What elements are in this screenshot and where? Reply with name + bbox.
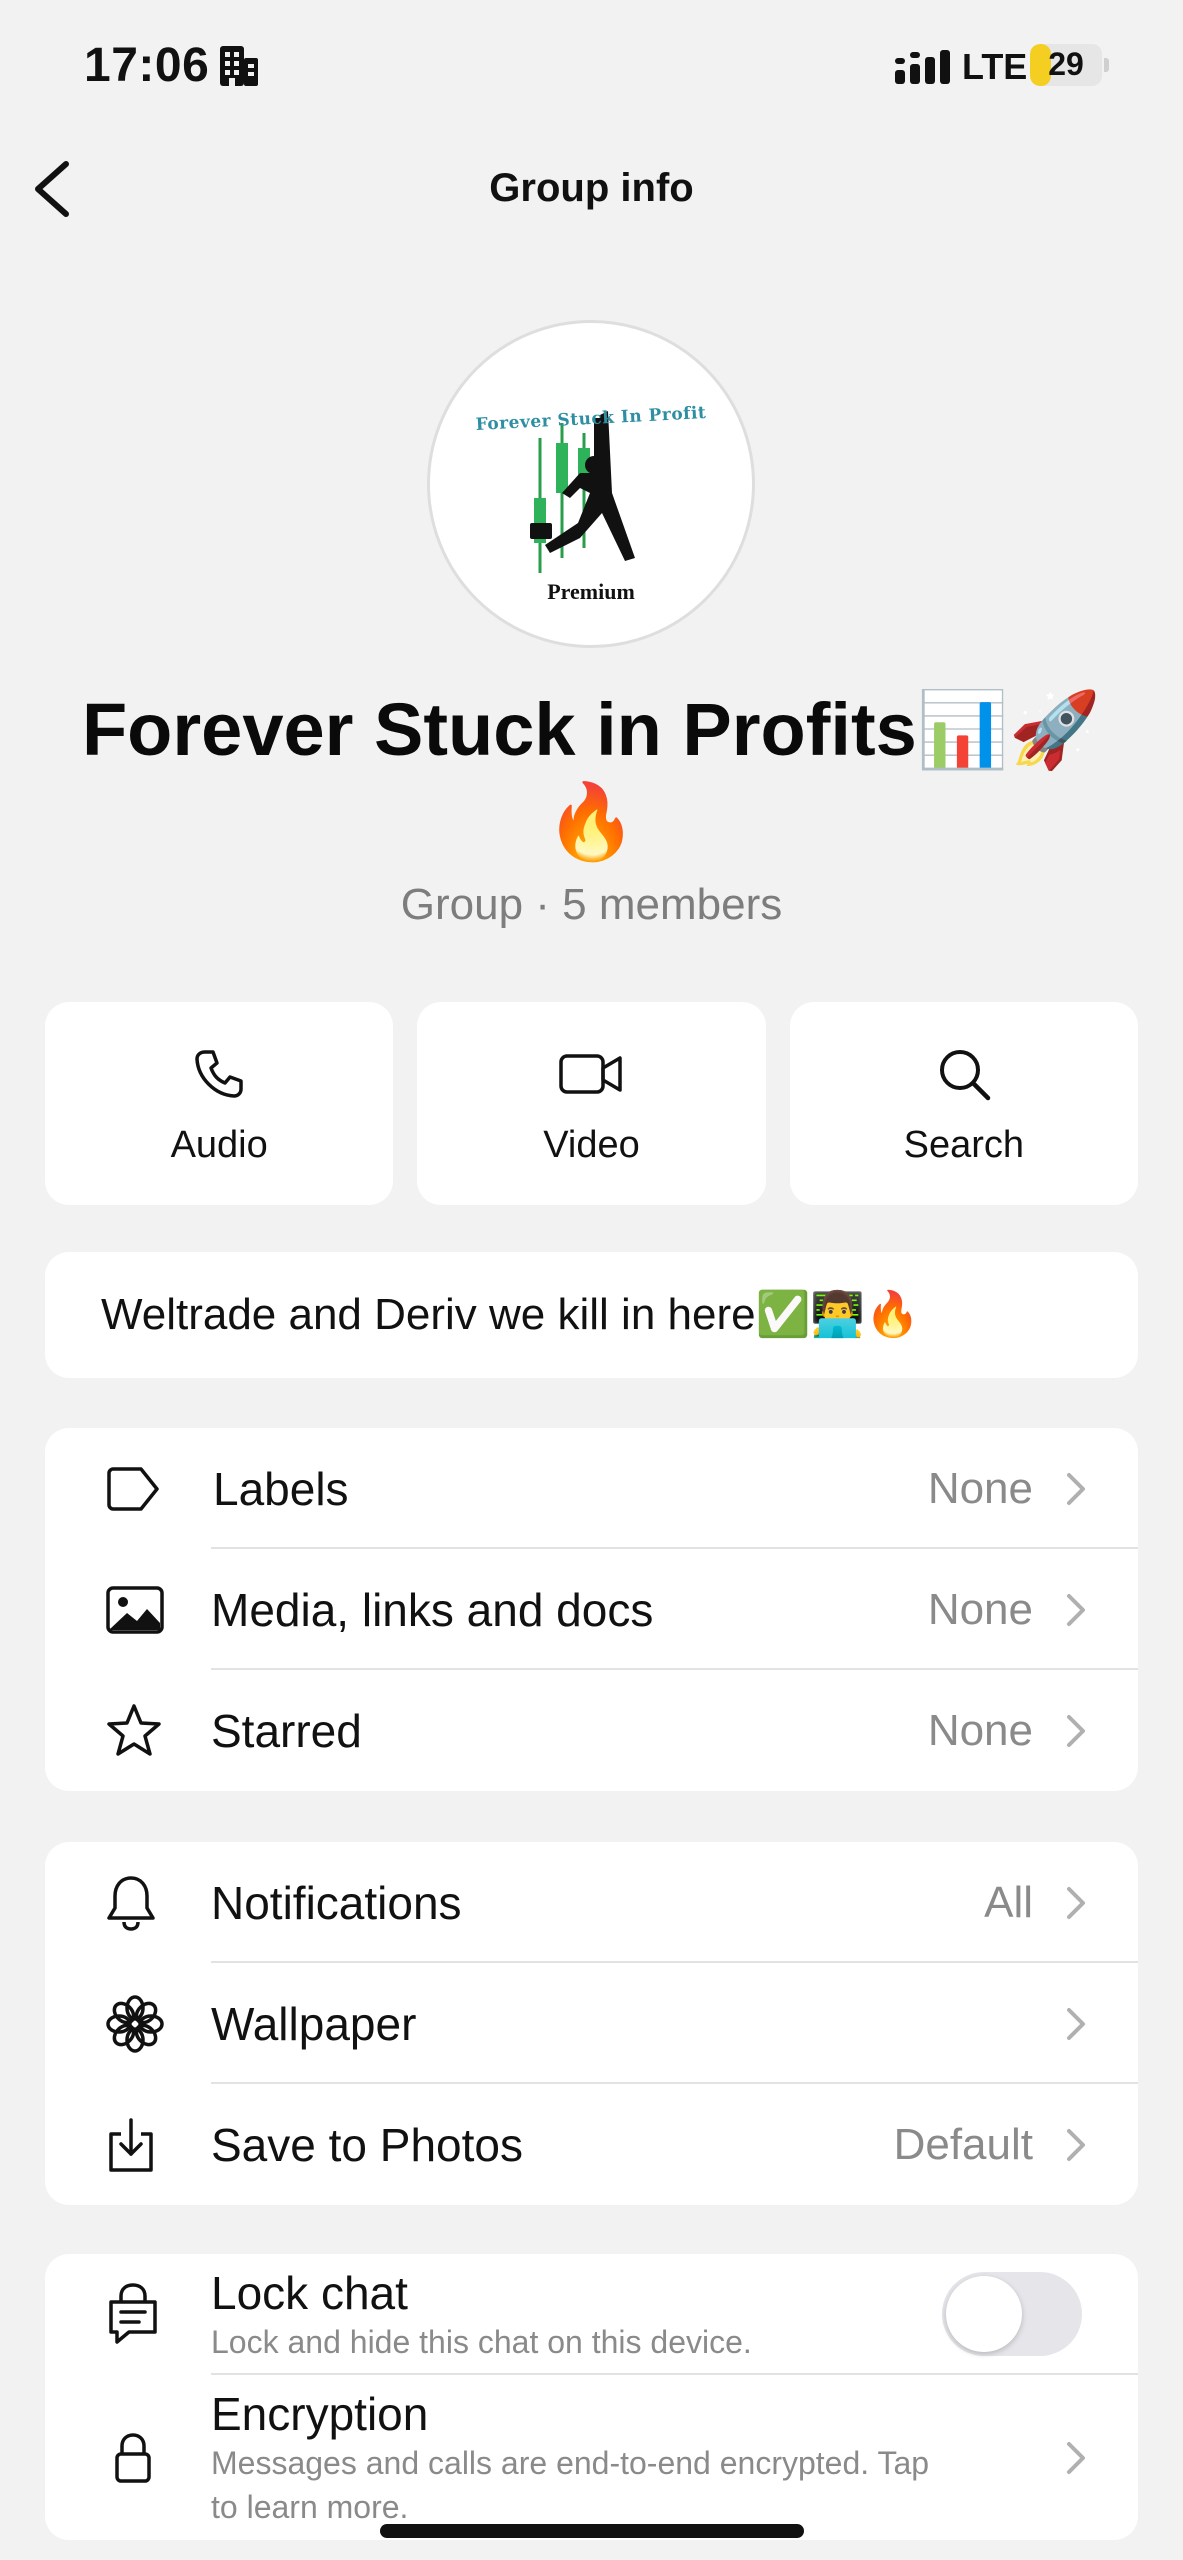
download-icon — [109, 2117, 153, 2172]
lock-chat-toggle[interactable] — [942, 2272, 1082, 2356]
group-meta: Group · 5 members — [400, 880, 783, 929]
chevron-right-icon — [1067, 1714, 1085, 1747]
settings-section: Notifications All Wallpaper Save to Phot… — [45, 1842, 1138, 2205]
encryption-row[interactable]: Encryption Messages and calls are end-to… — [45, 2375, 1138, 2540]
group-avatar[interactable]: Forever Stuck In Profit Premium — [427, 320, 755, 648]
chevron-right-icon — [1067, 1472, 1085, 1505]
network-type: LTE — [962, 46, 1028, 87]
media-value: None — [927, 1584, 1033, 1634]
bell-icon — [107, 1875, 155, 1931]
media-label: Media, links and docs — [211, 1583, 654, 1636]
status-time: 17:06 — [84, 39, 210, 92]
star-icon — [107, 1703, 161, 1756]
battery-indicator: 29 — [1030, 44, 1109, 86]
signal-icon — [895, 50, 950, 84]
home-indicator[interactable] — [380, 2524, 804, 2538]
chevron-right-icon — [1067, 2007, 1085, 2040]
audio-label: Audio — [170, 1124, 268, 1166]
labels-row[interactable]: Labels None — [45, 1428, 1138, 1549]
video-label: Video — [543, 1124, 640, 1166]
group-description[interactable]: Weltrade and Deriv we kill in here✅👨‍💻🔥 — [45, 1252, 1138, 1378]
notifications-row[interactable]: Notifications All — [45, 1842, 1138, 1963]
privacy-section: Lock chat Lock and hide this chat on thi… — [45, 2254, 1138, 2540]
phone-icon — [195, 1050, 243, 1098]
chevron-right-icon — [1067, 1593, 1085, 1626]
action-buttons: Audio Video Search — [45, 1002, 1138, 1205]
building-icon — [220, 46, 258, 86]
encryption-label: Encryption — [211, 2388, 429, 2440]
wallpaper-row[interactable]: Wallpaper — [45, 1963, 1138, 2084]
save-to-photos-value: Default — [893, 2119, 1033, 2169]
audio-button[interactable]: Audio — [45, 1002, 394, 1205]
notifications-value: All — [984, 1877, 1033, 1927]
search-label: Search — [903, 1124, 1025, 1166]
lock-icon — [115, 2432, 151, 2483]
flower-icon — [106, 1994, 164, 2053]
toggle-knob — [946, 2276, 1022, 2352]
battery-level: 29 — [1048, 46, 1084, 82]
video-icon — [559, 1054, 623, 1094]
page-title: Group info — [489, 166, 694, 210]
starred-row[interactable]: Starred None — [45, 1670, 1138, 1791]
encryption-description: Messages and calls are end-to-end encryp… — [211, 2445, 930, 2481]
labels-label: Labels — [213, 1462, 349, 1515]
starred-label: Starred — [211, 1704, 362, 1757]
avatar-bottom-text: Premium — [547, 579, 635, 604]
labels-value: None — [927, 1463, 1033, 1513]
lock-chat-description: Lock and hide this chat on this device. — [211, 2324, 752, 2360]
lock-chat-label: Lock chat — [211, 2267, 408, 2319]
label-icon — [107, 1466, 159, 1511]
encryption-description-cont: to learn more. — [211, 2489, 409, 2525]
info-section: Labels None Media, links and docs None S… — [45, 1428, 1138, 1791]
search-button[interactable]: Search — [789, 1002, 1138, 1205]
media-row[interactable]: Media, links and docs None — [45, 1549, 1138, 1670]
save-to-photos-label: Save to Photos — [211, 2118, 523, 2171]
group-name: Forever Stuck in Profits📊🚀🔥 — [81, 688, 1102, 863]
status-bar: 17:06 LTE 29 — [0, 0, 1183, 130]
wallpaper-label: Wallpaper — [211, 1997, 417, 2050]
chevron-right-icon — [1067, 2441, 1085, 2474]
video-button[interactable]: Video — [417, 1002, 766, 1205]
lock-chat-icon — [109, 2282, 157, 2344]
lock-chat-row[interactable]: Lock chat Lock and hide this chat on thi… — [45, 2254, 1138, 2375]
save-to-photos-row[interactable]: Save to Photos Default — [45, 2084, 1138, 2205]
chevron-right-icon — [1067, 2128, 1085, 2161]
image-icon — [106, 1585, 164, 1634]
starred-value: None — [927, 1705, 1033, 1755]
chevron-right-icon — [1067, 1886, 1085, 1919]
notifications-label: Notifications — [211, 1876, 462, 1929]
search-icon — [939, 1050, 991, 1101]
description-text: Weltrade and Deriv we kill in here✅👨‍💻🔥 — [101, 1290, 920, 1339]
